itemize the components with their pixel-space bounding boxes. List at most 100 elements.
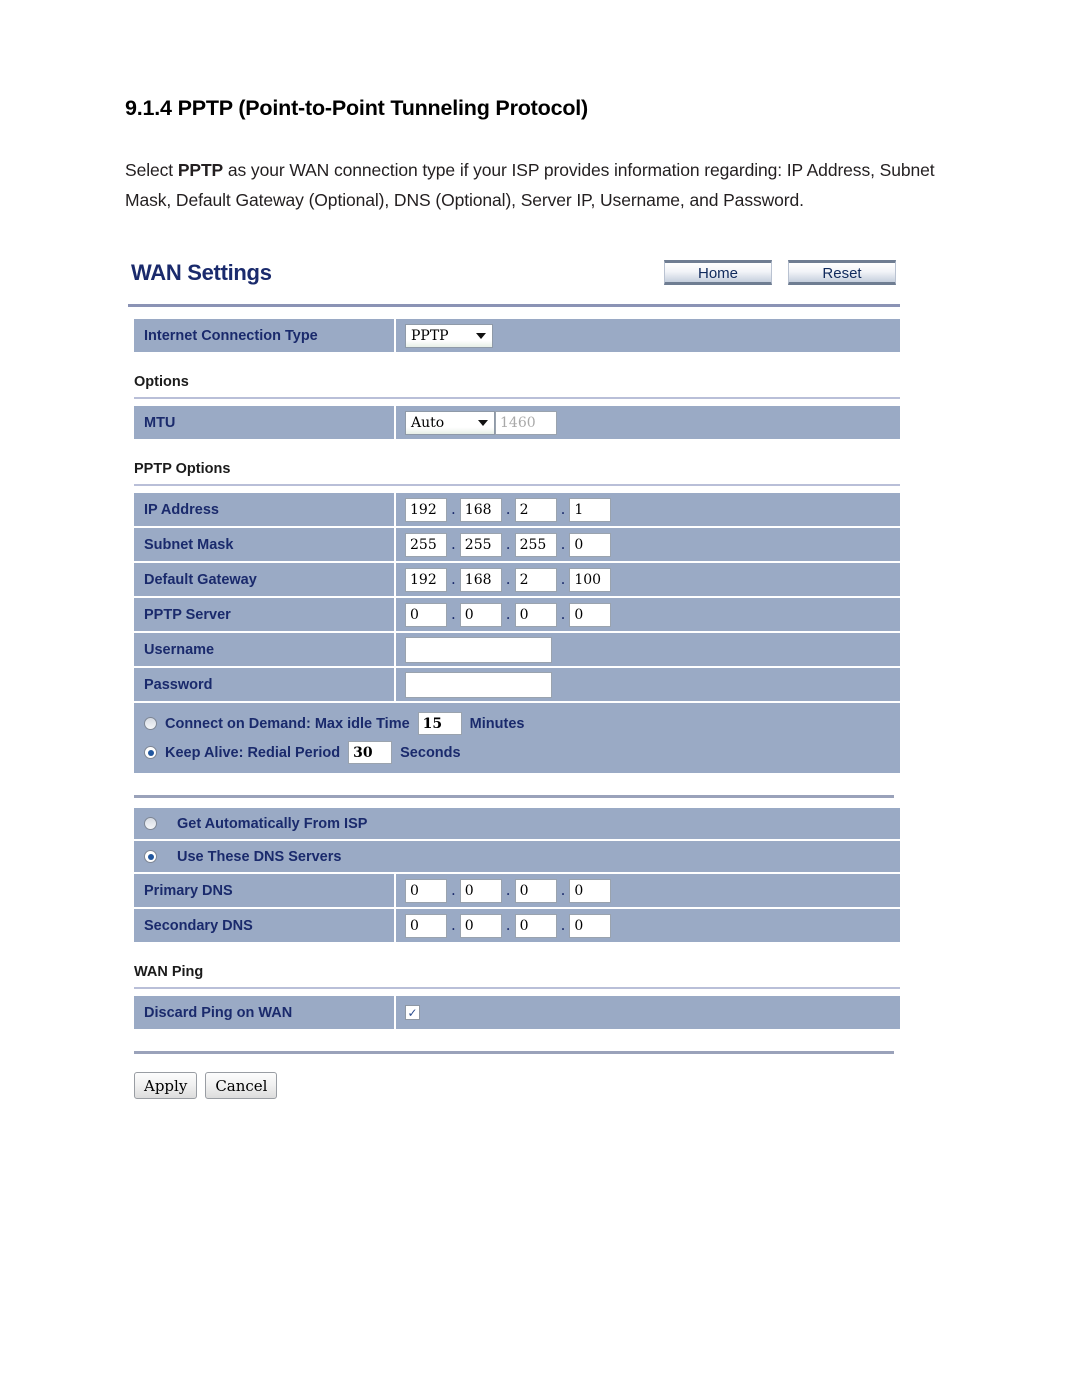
octet-separator: . [560,535,566,553]
octet-separator: . [505,605,511,623]
secondary-dns-label: Secondary DNS [134,909,396,942]
mtu-mode-select[interactable]: Auto [405,410,495,435]
pptp-server-octet-2[interactable]: 0 [459,602,502,627]
panel-header: WAN Settings Home Reset [128,258,900,302]
secondary-dns-octet-2[interactable]: 0 [459,913,502,938]
octet-separator: . [505,500,511,518]
octet-separator: . [560,605,566,623]
octet-separator: . [451,570,456,588]
primary-dns-octet-2[interactable]: 0 [459,878,502,903]
default-gateway-octet-4[interactable]: 100 [569,567,612,592]
octet-separator: . [560,570,566,588]
internet-connection-type-label: Internet Connection Type [134,319,396,352]
connection-mode-group: Connect on Demand: Max idle Time 15 Minu… [134,703,900,773]
subnet-mask-octet-1[interactable]: 255 [405,532,447,557]
discard-ping-checkbox[interactable]: ✓ [405,1005,420,1020]
paragraph-lead: Select [125,160,178,180]
max-idle-time-unit: Minutes [469,715,525,732]
primary-dns-label: Primary DNS [134,874,396,907]
octet-separator: . [451,500,456,518]
cancel-button[interactable]: Cancel [205,1072,278,1099]
subnet-mask-octet-2[interactable]: 255 [459,532,502,557]
keep-alive-label: Keep Alive: Redial Period [165,744,341,761]
row-username: Username [134,633,900,666]
secondary-dns-octet-4[interactable]: 0 [569,913,612,938]
use-these-dns-row[interactable]: Use These DNS Servers [134,841,900,872]
ip-address-octet-4[interactable]: 1 [569,497,612,522]
password-input[interactable] [405,671,552,698]
octet-separator: . [451,535,456,553]
home-button[interactable]: Home [664,260,772,285]
pptp-server-octet-1[interactable]: 0 [405,602,447,627]
intro-paragraph: Select PPTP as your WAN connection type … [125,155,955,215]
chevron-down-icon [478,419,488,426]
row-ip-address: IP Address 192 . 168 . 2 . 1 [134,493,900,526]
use-these-dns-option[interactable]: Use These DNS Servers [144,846,341,868]
pptp-server-field: 0 . 0 . 0 . 0 [396,598,900,631]
octet-separator: . [451,605,456,623]
get-automatically-label: Get Automatically From ISP [177,815,368,832]
pptp-server-octet-4[interactable]: 0 [569,602,612,627]
mtu-value-input[interactable]: 1460 [495,410,557,435]
row-internet-connection-type: Internet Connection Type PPTP [134,319,900,352]
connect-on-demand-radio[interactable] [144,717,157,730]
keep-alive-option[interactable]: Keep Alive: Redial Period 30 Seconds [144,738,900,767]
paragraph-rest: as your WAN connection type if your ISP … [125,160,935,210]
ip-address-octet-2[interactable]: 168 [459,497,502,522]
octet-separator: . [505,570,511,588]
row-primary-dns: Primary DNS 0 . 0 . 0 . 0 [134,874,900,907]
redial-period-input[interactable]: 30 [348,741,393,764]
max-idle-time-input[interactable]: 15 [417,712,462,735]
default-gateway-octet-1[interactable]: 192 [405,567,447,592]
username-input[interactable] [405,636,552,663]
octet-separator: . [505,881,511,899]
octet-separator: . [451,916,456,934]
chevron-down-icon [476,332,486,339]
row-subnet-mask: Subnet Mask 255 . 255 . 255 . 0 [134,528,900,561]
discard-ping-field: ✓ [396,996,900,1029]
connect-on-demand-option[interactable]: Connect on Demand: Max idle Time 15 Minu… [144,709,900,738]
row-pptp-server: PPTP Server 0 . 0 . 0 . 0 [134,598,900,631]
primary-dns-octet-1[interactable]: 0 [405,878,447,903]
internet-connection-type-value: PPTP [411,327,449,344]
apply-button[interactable]: Apply [134,1072,198,1099]
get-automatically-option[interactable]: Get Automatically From ISP [144,813,367,835]
reset-button[interactable]: Reset [788,260,896,285]
secondary-dns-octet-3[interactable]: 0 [514,913,557,938]
internet-connection-type-field: PPTP [396,319,900,352]
username-field [396,633,900,666]
ip-address-label: IP Address [134,493,396,526]
options-section-divider [134,397,900,399]
subnet-mask-octet-4[interactable]: 0 [569,532,612,557]
octet-separator: . [560,881,566,899]
ip-address-octet-3[interactable]: 2 [514,497,557,522]
secondary-dns-octet-1[interactable]: 0 [405,913,447,938]
header-button-group: Home Reset [664,260,896,285]
page-title: 9.1.4 PPTP (Point-to-Point Tunneling Pro… [125,96,588,120]
get-automatically-row[interactable]: Get Automatically From ISP [134,808,900,839]
row-password: Password [134,668,900,701]
row-default-gateway: Default Gateway 192 . 168 . 2 . 100 [134,563,900,596]
primary-dns-octet-3[interactable]: 0 [514,878,557,903]
default-gateway-octet-3[interactable]: 2 [514,567,557,592]
internet-connection-type-select[interactable]: PPTP [405,323,493,348]
options-section-heading: Options [134,374,189,390]
use-these-dns-radio[interactable] [144,850,157,863]
default-gateway-field: 192 . 168 . 2 . 100 [396,563,900,596]
secondary-dns-field: 0 . 0 . 0 . 0 [396,909,900,942]
pptp-options-section-divider [134,484,900,486]
primary-dns-octet-4[interactable]: 0 [569,878,612,903]
mtu-field: Auto 1460 [396,406,900,439]
wan-ping-section-heading: WAN Ping [134,964,204,980]
get-automatically-radio[interactable] [144,817,157,830]
octet-separator: . [560,500,566,518]
subnet-mask-octet-3[interactable]: 255 [514,532,557,557]
keep-alive-radio[interactable] [144,746,157,759]
octet-separator: . [560,916,566,934]
redial-period-unit: Seconds [400,744,461,761]
default-gateway-octet-2[interactable]: 168 [459,567,502,592]
row-mtu: MTU Auto 1460 [134,406,900,439]
pptp-server-octet-3[interactable]: 0 [514,602,557,627]
ip-address-octet-1[interactable]: 192 [405,497,447,522]
footer-divider [134,1051,894,1054]
